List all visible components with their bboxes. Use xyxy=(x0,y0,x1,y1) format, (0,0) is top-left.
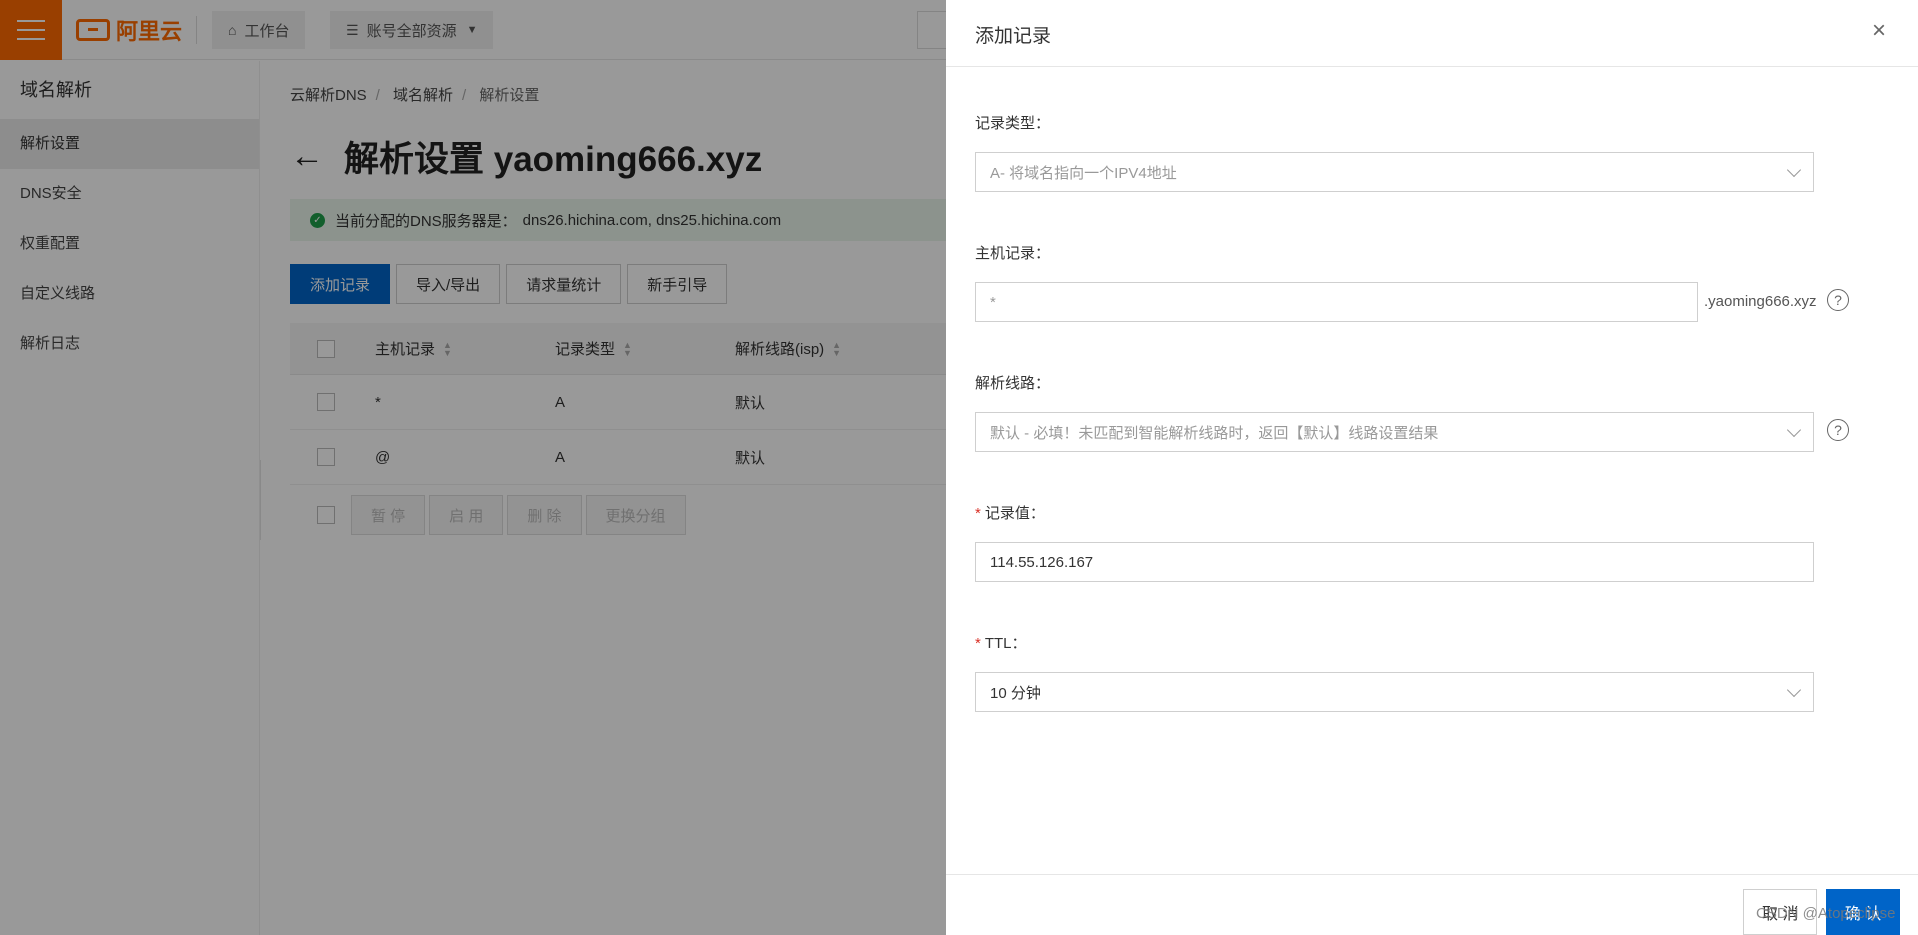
ttl-value: 10 分钟 xyxy=(990,684,1041,702)
record-value-text: 114.55.126.167 xyxy=(990,553,1094,571)
line-value: 默认 - 必填！未匹配到智能解析线路时，返回【默认】线路设置结果 xyxy=(990,424,1439,442)
host-record-value: * xyxy=(990,293,996,311)
chevron-down-icon xyxy=(1786,162,1802,178)
help-icon[interactable]: ? xyxy=(1827,289,1849,311)
required-marker: * xyxy=(975,635,981,652)
required-marker: * xyxy=(975,505,981,522)
chevron-down-icon xyxy=(1786,682,1802,698)
drawer-title: 添加记录 xyxy=(975,26,1052,47)
help-icon[interactable]: ? xyxy=(1827,419,1849,441)
modal-overlay[interactable] xyxy=(0,0,946,935)
record-type-value: A- 将域名指向一个IPV4地址 xyxy=(990,164,1177,182)
add-record-drawer: 添加记录 × 记录类型： A- 将域名指向一个IPV4地址 主机记录： * .y… xyxy=(946,0,1918,935)
host-record-label: 主机记录： xyxy=(975,245,1051,262)
line-label: 解析线路： xyxy=(975,375,1051,392)
watermark: CSDN @Atopeclipse xyxy=(1756,905,1896,922)
ttl-label: * TTL： xyxy=(975,635,1027,652)
close-icon[interactable]: × xyxy=(1866,18,1892,44)
domain-suffix: .yaoming666.xyz xyxy=(1704,293,1817,310)
record-value-input[interactable]: 114.55.126.167 xyxy=(975,542,1814,582)
record-type-select[interactable]: A- 将域名指向一个IPV4地址 xyxy=(975,152,1814,192)
chevron-down-icon xyxy=(1786,422,1802,438)
record-value-label: * 记录值： xyxy=(975,505,1045,522)
ttl-select[interactable]: 10 分钟 xyxy=(975,672,1814,712)
drawer-header: 添加记录 × xyxy=(946,0,1918,67)
record-type-label: 记录类型： xyxy=(975,115,1051,132)
line-select[interactable]: 默认 - 必填！未匹配到智能解析线路时，返回【默认】线路设置结果 xyxy=(975,412,1814,452)
host-record-input[interactable]: * xyxy=(975,282,1698,322)
